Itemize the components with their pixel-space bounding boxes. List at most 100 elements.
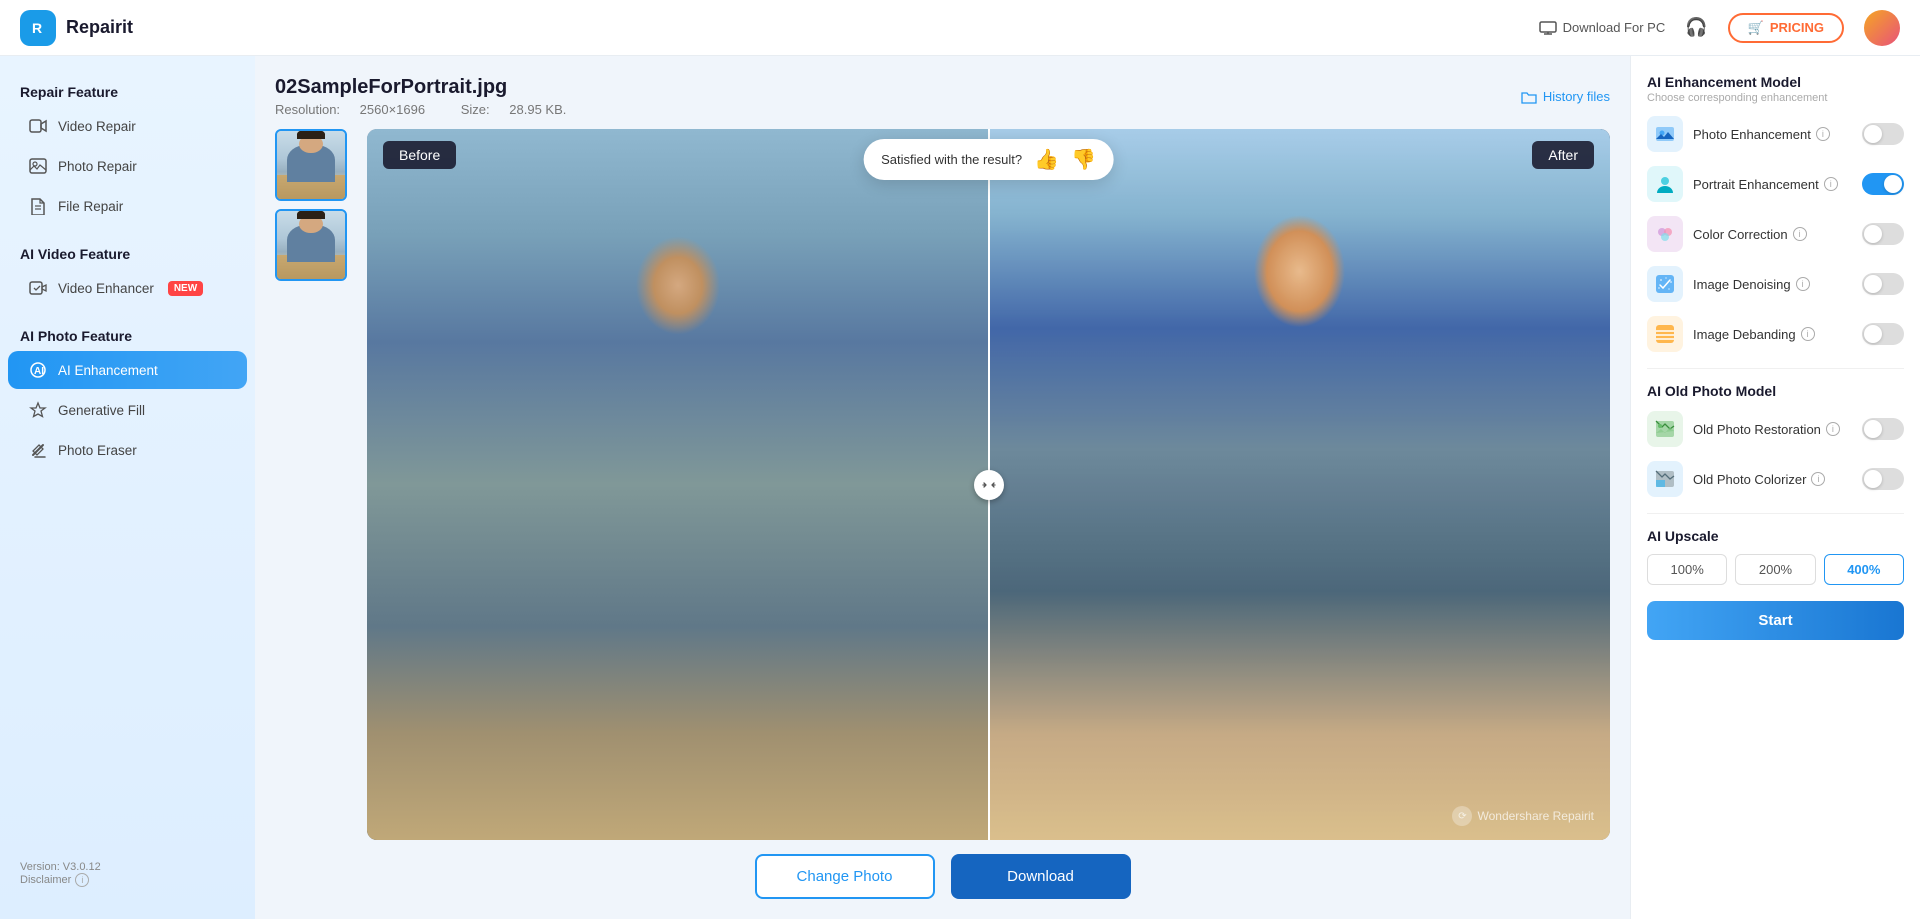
file-repair-label: File Repair bbox=[58, 199, 123, 214]
thumbs-up-button[interactable]: 👍 bbox=[1034, 147, 1059, 172]
color-correction-info[interactable]: i bbox=[1793, 227, 1807, 241]
old-photo-restoration-info[interactable]: i bbox=[1826, 422, 1840, 436]
portrait-enhancement-icon bbox=[1647, 166, 1683, 202]
ai-upscale-title: AI Upscale bbox=[1647, 528, 1904, 544]
thumbnail-1[interactable]: ✓ bbox=[275, 129, 347, 201]
svg-text:AI: AI bbox=[34, 366, 44, 377]
sidebar-item-photo-repair[interactable]: Photo Repair bbox=[8, 147, 247, 185]
image-denoising-info[interactable]: i bbox=[1796, 277, 1810, 291]
file-info-left: 02SampleForPortrait.jpg Resolution: 2560… bbox=[275, 76, 598, 117]
sidebar-item-ai-enhancement[interactable]: AI AI Enhancement bbox=[8, 351, 247, 389]
history-files-button[interactable]: History files bbox=[1521, 89, 1610, 104]
change-photo-button[interactable]: Change Photo bbox=[755, 854, 935, 899]
sidebar-bottom: Version: V3.0.12 Disclaimer i bbox=[0, 849, 255, 899]
photo-enhancement-row: Photo Enhancement i bbox=[1647, 116, 1904, 152]
sidebar-item-generative-fill[interactable]: Generative Fill bbox=[8, 391, 247, 429]
monitor-icon bbox=[1539, 21, 1557, 35]
app-title: Repairit bbox=[66, 17, 133, 38]
resolution-label: Resolution: 2560×1696 bbox=[275, 102, 445, 117]
image-debanding-toggle[interactable] bbox=[1862, 323, 1904, 345]
old-photo-model-title: AI Old Photo Model bbox=[1647, 383, 1904, 399]
pricing-button[interactable]: 🛒 PRICING bbox=[1728, 13, 1844, 43]
user-avatar[interactable] bbox=[1864, 10, 1900, 46]
center-content: 02SampleForPortrait.jpg Resolution: 2560… bbox=[255, 56, 1630, 919]
sidebar-item-photo-eraser[interactable]: Photo Eraser bbox=[8, 431, 247, 469]
old-photo-colorizer-knob bbox=[1864, 470, 1882, 488]
split-divider-handle[interactable] bbox=[974, 470, 1004, 500]
generative-fill-label: Generative Fill bbox=[58, 403, 145, 418]
watermark-icon: ⟳ bbox=[1452, 806, 1472, 826]
photo-eraser-label: Photo Eraser bbox=[58, 443, 137, 458]
photo-enhancement-knob bbox=[1864, 125, 1882, 143]
photo-enhancement-label: Photo Enhancement i bbox=[1693, 127, 1852, 142]
ai-enhancement-model-title: AI Enhancement Model bbox=[1647, 74, 1904, 90]
history-files-label: History files bbox=[1543, 89, 1610, 104]
upscale-100-button[interactable]: 100% bbox=[1647, 554, 1727, 585]
photo-repair-label: Photo Repair bbox=[58, 159, 137, 174]
thumbnail-image-2 bbox=[277, 211, 345, 279]
file-meta: Resolution: 2560×1696 Size: 28.95 KB. bbox=[275, 102, 598, 117]
watermark: ⟳ Wondershare Repairit bbox=[1452, 806, 1594, 826]
photo-enhancement-info[interactable]: i bbox=[1816, 127, 1830, 141]
sidebar-item-video-enhancer[interactable]: Video Enhancer NEW bbox=[8, 269, 247, 307]
after-label: After bbox=[1532, 141, 1594, 169]
color-correction-label: Color Correction i bbox=[1693, 227, 1852, 242]
split-image: Before After bbox=[367, 129, 1610, 840]
portrait-enhancement-knob bbox=[1884, 175, 1902, 193]
color-correction-row: Color Correction i bbox=[1647, 216, 1904, 252]
sidebar: Repair Feature Video Repair Photo Repair bbox=[0, 56, 255, 919]
before-label: Before bbox=[383, 141, 456, 169]
photo-enhancement-toggle[interactable] bbox=[1862, 123, 1904, 145]
image-denoising-icon bbox=[1647, 266, 1683, 302]
image-debanding-row: Image Debanding i bbox=[1647, 316, 1904, 352]
upscale-400-button[interactable]: 400% bbox=[1824, 554, 1904, 585]
old-photo-colorizer-info[interactable]: i bbox=[1811, 472, 1825, 486]
download-for-pc-button[interactable]: Download For PC bbox=[1539, 20, 1666, 35]
old-photo-restoration-row: Old Photo Restoration i bbox=[1647, 411, 1904, 447]
old-photo-colorizer-row: Old Photo Colorizer i bbox=[1647, 461, 1904, 497]
sidebar-item-video-repair[interactable]: Video Repair bbox=[8, 107, 247, 145]
old-photo-restoration-label: Old Photo Restoration i bbox=[1693, 422, 1852, 437]
color-correction-knob bbox=[1864, 225, 1882, 243]
upscale-200-button[interactable]: 200% bbox=[1735, 554, 1815, 585]
image-debanding-info[interactable]: i bbox=[1801, 327, 1815, 341]
portrait-enhancement-toggle[interactable] bbox=[1862, 173, 1904, 195]
download-pc-label: Download For PC bbox=[1563, 20, 1666, 35]
color-correction-toggle[interactable] bbox=[1862, 223, 1904, 245]
download-button[interactable]: Download bbox=[951, 854, 1131, 899]
image-denoising-toggle[interactable] bbox=[1862, 273, 1904, 295]
portrait-enhancement-info[interactable]: i bbox=[1824, 177, 1838, 191]
file-name: 02SampleForPortrait.jpg bbox=[275, 76, 598, 99]
main-image-viewer: Before After bbox=[367, 129, 1610, 840]
old-photo-restoration-toggle[interactable] bbox=[1862, 418, 1904, 440]
svg-text:R: R bbox=[32, 20, 42, 36]
arrows-icon bbox=[982, 479, 996, 491]
image-denoising-row: Image Denoising i bbox=[1647, 266, 1904, 302]
old-photo-colorizer-toggle[interactable] bbox=[1862, 468, 1904, 490]
after-image bbox=[989, 129, 1611, 840]
header-right: Download For PC 🎧 🛒 PRICING bbox=[1539, 10, 1900, 46]
video-repair-icon bbox=[28, 116, 48, 136]
main-layout: Repair Feature Video Repair Photo Repair bbox=[0, 56, 1920, 919]
satisfaction-text: Satisfied with the result? bbox=[881, 152, 1022, 167]
support-icon[interactable]: 🎧 bbox=[1685, 17, 1707, 38]
ai-video-title: AI Video Feature bbox=[0, 238, 255, 268]
pricing-icon: 🛒 bbox=[1748, 20, 1764, 36]
folder-icon bbox=[1521, 90, 1537, 104]
color-correction-icon bbox=[1647, 216, 1683, 252]
image-debanding-knob bbox=[1864, 325, 1882, 343]
disclaimer-button[interactable]: Disclaimer i bbox=[20, 873, 235, 887]
start-button[interactable]: Start bbox=[1647, 601, 1904, 640]
sidebar-item-file-repair[interactable]: File Repair bbox=[8, 187, 247, 225]
old-photo-restoration-knob bbox=[1864, 420, 1882, 438]
viewer-area: ✓ ✓ bbox=[275, 129, 1610, 840]
size-label: Size: 28.95 KB. bbox=[461, 102, 583, 117]
thumbs-down-button[interactable]: 👎 bbox=[1071, 147, 1096, 172]
ai-enhancement-icon: AI bbox=[28, 360, 48, 380]
file-info-bar: 02SampleForPortrait.jpg Resolution: 2560… bbox=[275, 76, 1610, 117]
old-photo-colorizer-icon bbox=[1647, 461, 1683, 497]
generative-fill-icon bbox=[28, 400, 48, 420]
thumbnail-2[interactable]: ✓ bbox=[275, 209, 347, 281]
bottom-actions: Change Photo Download bbox=[275, 854, 1610, 899]
disclaimer-info-icon: i bbox=[75, 873, 89, 887]
